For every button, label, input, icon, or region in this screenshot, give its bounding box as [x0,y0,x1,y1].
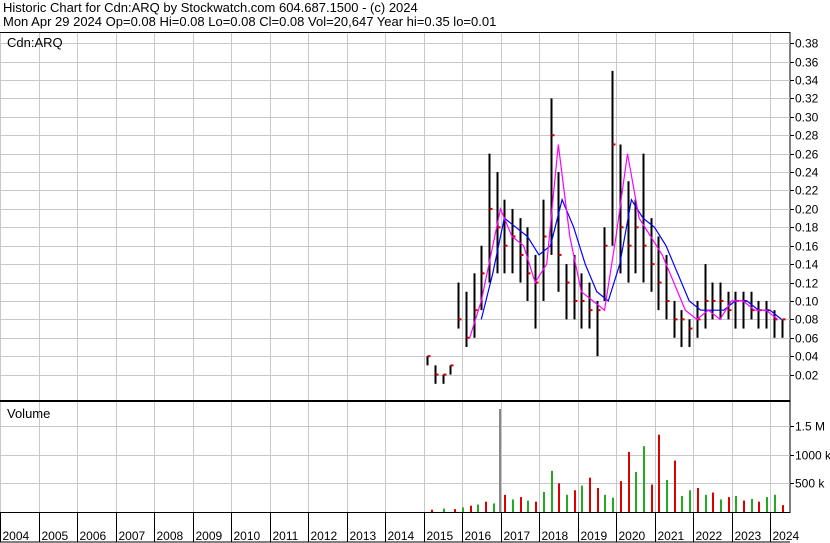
price-axis-tick-label: 0.02 [795,369,819,383]
volume-bar [566,494,568,512]
volume-bar [774,494,776,512]
x-axis-tick-label: 2006 [80,529,107,543]
volume-bar [443,508,445,512]
volume-bar [597,487,599,512]
volume-bar [620,481,622,512]
volume-bar [751,498,753,512]
volume-bar [520,497,522,512]
volume-bar [493,503,495,512]
volume-axis-tick-label: 1000 k [795,449,830,463]
x-axis-tick-label: 2015 [427,529,454,543]
volume-bar [574,490,576,512]
price-axis-tick-label: 0.16 [795,240,819,254]
volume-bar [705,494,707,512]
volume-bar [643,446,645,512]
volume-bar [651,484,653,512]
volume-bar [674,460,676,512]
price-axis-tick-label: 0.24 [795,166,819,180]
chart-canvas: 2004 2005 2006 2007 2008 2009 2010 2011 2012 2013… [0,32,830,543]
volume-bar [431,509,433,512]
volume-bar [766,497,768,512]
volume-bar [758,501,760,512]
x-axis-tick-label: 2011 [273,529,299,543]
price-axis-tick-label: 0.22 [795,184,819,198]
volume-bar [782,505,784,512]
x-axis-tick-label: 2005 [42,529,69,543]
price-axis-tick-label: 0.32 [795,92,819,106]
x-axis-tick-label: 2023 [735,529,762,543]
x-axis-tick-label: 2004 [3,529,30,543]
price-axis-tick-label: 0.28 [795,129,819,143]
volume-bar [535,501,537,512]
price-axis-tick-label: 0.26 [795,148,819,162]
x-axis-tick-label: 2021 [658,529,685,543]
x-axis-tick-label: 2007 [119,529,146,543]
price-panel-frame [0,32,791,401]
volume-bar [712,492,714,512]
volume-bar [485,501,487,512]
volume-bar [728,497,730,512]
price-axis-tick-label: 0.14 [795,258,819,272]
volume-bar [462,507,464,512]
x-axis-tick-label: 2024 [773,529,800,543]
x-axis-tick-label: 2018 [542,529,569,543]
volume-bar [558,483,560,512]
price-axis-tick-label: 0.38 [795,37,819,51]
volume-bar [512,499,514,512]
x-axis-tick-label: 2009 [196,529,223,543]
x-axis-tick-label: 2013 [350,529,377,543]
price-axis-tick-label: 0.18 [795,221,819,235]
volume-bar [477,504,479,512]
volume-bar [666,479,668,512]
volume-bar [504,494,506,512]
volume-bar [720,499,722,512]
x-axis-tick-label: 2020 [619,529,646,543]
volume-bar [635,471,637,512]
price-axis-tick-label: 0.06 [795,332,819,346]
volume-bar [628,451,630,512]
volume-axis-tick-label: 500 k [795,477,825,491]
volume-bar [743,500,745,512]
x-axis-tick-label: 2016 [465,529,492,543]
x-axis-tick-label: 2012 [311,529,338,543]
volume-bar [689,490,691,512]
volume-bar [499,409,501,512]
volume-bar [470,505,472,512]
volume-bar [454,509,456,512]
x-axis-tick-label: 2014 [388,529,415,543]
x-axis-tick-label: 2017 [504,529,531,543]
x-axis-tick-label: 2022 [696,529,723,543]
price-panel-label: Cdn:ARQ [7,35,63,50]
price-axis-tick-label: 0.34 [795,74,819,88]
x-axis-tick-label: 2010 [234,529,261,543]
volume-bar [658,434,660,512]
volume-bar [604,494,606,512]
volume-bar [612,497,614,512]
price-axis-tick-label: 0.36 [795,56,819,70]
volume-bar [681,495,683,512]
volume-bar [589,477,591,512]
stock-chart: Historic Chart for Cdn:ARQ by Stockwatch… [0,0,830,543]
volume-bar [581,485,583,512]
price-axis-tick-label: 0.08 [795,313,819,327]
volume-axis-tick-label: 1.5 M [795,420,825,434]
volume-bar [527,500,529,512]
volume-panel-frame [0,401,791,513]
volume-bar [543,491,545,512]
x-axis-tick-label: 2019 [581,529,608,543]
volume-panel-label: Volume [7,406,51,421]
x-axis-tick-label: 2008 [157,529,184,543]
volume-bar [551,470,553,512]
price-axis-tick-label: 0.20 [795,203,819,217]
price-axis-tick-label: 0.12 [795,277,819,291]
volume-bar [735,495,737,512]
volume-bar [697,487,699,512]
price-axis-tick-label: 0.10 [795,295,819,309]
price-axis-tick-label: 0.04 [795,350,819,364]
price-axis-tick-label: 0.30 [795,111,819,125]
